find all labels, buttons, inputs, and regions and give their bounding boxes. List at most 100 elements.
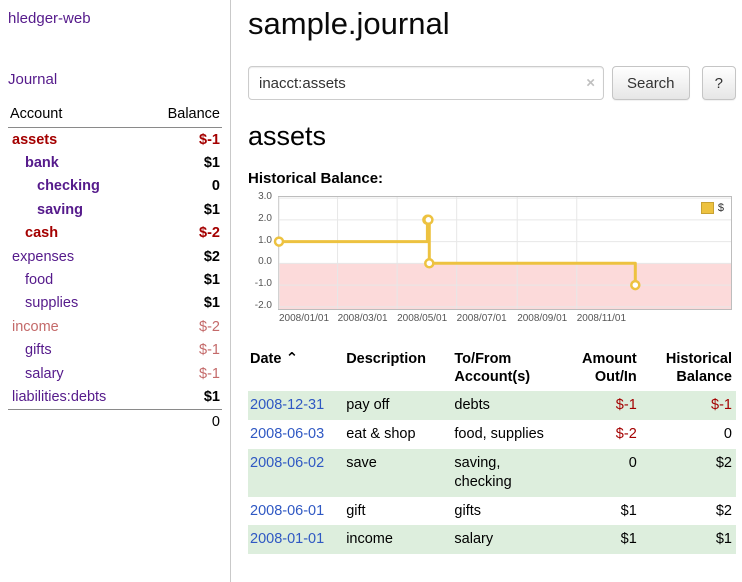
register-row: 2008-12-31pay offdebts$-1$-1 (248, 391, 736, 420)
x-axis-tick-label: 2008/05/01 (397, 313, 454, 324)
journal-link[interactable]: Journal (8, 71, 224, 88)
register-row: 2008-06-01giftgifts$1$2 (248, 497, 736, 526)
account-link-gifts[interactable]: gifts (8, 342, 52, 358)
account-link-food[interactable]: food (8, 272, 53, 288)
account-link-supplies[interactable]: supplies (8, 295, 78, 311)
tofrom-accounts-cell: saving, checking (452, 449, 564, 497)
amount-cell: $-2 (565, 420, 641, 449)
column-header-date[interactable]: Date ⌃ (248, 348, 344, 391)
column-header-label: To/From Account(s) (454, 351, 530, 385)
sort-ascending-icon: ⌃ (281, 350, 298, 367)
date-link[interactable]: 2008-06-03 (250, 426, 324, 442)
description-cell: pay off (344, 391, 452, 420)
chart-title: Historical Balance: (248, 170, 736, 187)
help-button[interactable]: ? (702, 66, 736, 100)
account-balance: $-1 (199, 132, 220, 148)
column-header-label: Description (346, 351, 426, 367)
accounts-total-row: 0 (8, 409, 222, 430)
account-row: bank$1 (8, 151, 222, 174)
series-swatch-icon (701, 202, 714, 214)
account-link-assets[interactable]: assets (8, 132, 57, 148)
account-link-expenses[interactable]: expenses (8, 249, 74, 265)
search-bar: × Search ? (248, 66, 736, 100)
x-axis-tick-label: 2008/01/01 (279, 313, 336, 324)
sidebar: hledger-web Journal Account Balance asse… (0, 0, 231, 582)
description-cell: gift (344, 497, 452, 526)
chart-y-axis: 3.02.01.00.0-1.0-2.0 (248, 196, 275, 308)
tofrom-accounts-cell: debts (452, 391, 564, 420)
account-heading: assets (248, 121, 736, 152)
accounts-list: assets$-1bank$1checking0saving$1cash$-2e… (8, 128, 222, 409)
account-link-checking[interactable]: checking (8, 178, 100, 194)
account-row: checking 0 (8, 175, 222, 198)
chart-plot-area: $ (278, 196, 732, 310)
date-cell: 2008-06-02 (248, 449, 344, 497)
y-axis-tick-label: 3.0 (258, 191, 272, 203)
x-axis-tick-label: 2008/07/01 (457, 313, 514, 324)
account-row: income $-2 (8, 315, 222, 338)
account-row: liabilities:debts $1 (8, 385, 222, 408)
date-link[interactable]: 2008-06-01 (250, 503, 324, 519)
account-link-liabilities-debts[interactable]: liabilities:debts (8, 389, 106, 405)
register-row: 2008-06-02savesaving, checking0$2 (248, 449, 736, 497)
x-axis-tick-label: 2008/09/01 (517, 313, 574, 324)
account-balance: $-2 (199, 319, 220, 335)
register-row: 2008-06-03eat & shopfood, supplies$-20 (248, 420, 736, 449)
account-link-income[interactable]: income (8, 319, 59, 335)
historical-balance-chart: 3.0 2.0 1.0 0.0 -1.0 -2.0 $ 2008/01/012008/03… (248, 194, 736, 334)
page-title: sample.journal (248, 6, 736, 42)
account-row: assets $-1 (8, 128, 222, 151)
clear-search-icon[interactable]: × (586, 76, 595, 91)
date-cell: 2008-12-31 (248, 391, 344, 420)
balance-column-header: Balance (168, 106, 220, 122)
description-cell: eat & shop (344, 420, 452, 449)
column-header-amount-out-in: Amount Out/In (565, 348, 641, 391)
amount-cell: $1 (565, 525, 641, 554)
description-cell: income (344, 525, 452, 554)
search-button[interactable]: Search (612, 66, 690, 100)
date-link[interactable]: 2008-12-31 (250, 397, 324, 413)
account-row: expenses $2 (8, 245, 222, 268)
account-link-saving[interactable]: saving (8, 202, 83, 218)
date-link[interactable]: 2008-06-02 (250, 455, 324, 471)
y-axis-tick-label: -2.0 (255, 300, 272, 312)
column-header-label: Historical Balance (666, 351, 732, 385)
account-balance: $1 (204, 389, 220, 405)
register-row: 2008-01-01incomesalary$1$1 (248, 525, 736, 554)
y-axis-tick-label: 0.0 (258, 256, 272, 268)
account-row: salary$-1 (8, 362, 222, 385)
x-axis-tick-label: 2008/03/01 (338, 313, 395, 324)
tofrom-accounts-cell: salary (452, 525, 564, 554)
tofrom-accounts-cell: food, supplies (452, 420, 564, 449)
balance-cell: $2 (641, 449, 736, 497)
accounts-panel: Account Balance assets$-1bank$1checking0… (8, 104, 222, 430)
account-column-header: Account (10, 106, 62, 122)
search-input[interactable] (248, 66, 604, 100)
register-table: Date ⌃Description To/From Account(s) Amoun… (248, 348, 736, 554)
amount-cell: 0 (565, 449, 641, 497)
column-header-description: Description (344, 348, 452, 391)
balance-cell: $2 (641, 497, 736, 526)
account-row: cash$-2 (8, 222, 222, 245)
accounts-table-header: Account Balance (8, 104, 222, 128)
y-axis-tick-label: 2.0 (258, 213, 272, 225)
chart-legend: $ (698, 201, 727, 215)
date-cell: 2008-06-03 (248, 420, 344, 449)
account-balance: 0 (212, 178, 220, 194)
y-axis-tick-label: -1.0 (255, 278, 272, 290)
account-link-bank[interactable]: bank (8, 155, 59, 171)
account-row: saving$1 (8, 198, 222, 221)
total-balance: 0 (212, 414, 220, 430)
account-row: food$1 (8, 268, 222, 291)
balance-cell: $-1 (641, 391, 736, 420)
account-link-salary[interactable]: salary (8, 366, 64, 382)
app-title-link[interactable]: hledger-web (8, 10, 224, 27)
account-row: gifts$-1 (8, 339, 222, 362)
y-axis-tick-label: 1.0 (258, 235, 272, 247)
account-link-cash[interactable]: cash (8, 225, 58, 241)
column-header-historical-balance: Historical Balance (641, 348, 736, 391)
column-header-to-from-account-s-: To/From Account(s) (452, 348, 564, 391)
date-link[interactable]: 2008-01-01 (250, 531, 324, 547)
date-cell: 2008-06-01 (248, 497, 344, 526)
account-balance: $2 (204, 249, 220, 265)
